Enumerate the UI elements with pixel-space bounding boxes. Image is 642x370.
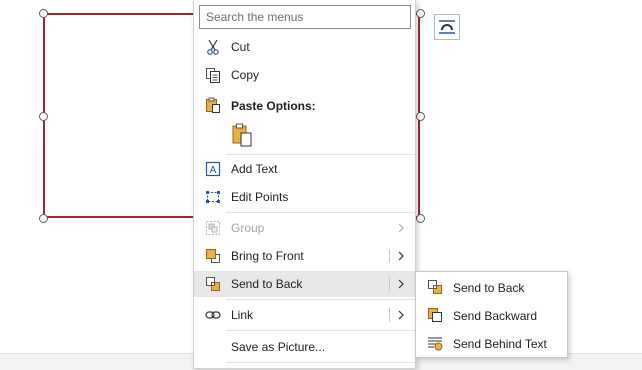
menu-item-edit-points-label: Edit Points (231, 190, 289, 204)
resize-handle-bottom-right[interactable] (416, 214, 425, 223)
menu-item-edit-points[interactable]: Edit Points (194, 184, 415, 210)
resize-handle-middle-right[interactable] (416, 112, 425, 121)
paste-options-header: Paste Options: (194, 92, 415, 118)
chevron-right-icon[interactable] (395, 248, 407, 264)
link-icon (205, 311, 221, 319)
menu-item-group-label: Group (231, 221, 265, 235)
chevron-right-icon[interactable] (395, 276, 407, 292)
submenu-item-send-behind-text[interactable]: Send Behind Text (416, 329, 567, 357)
submenu-item-send-to-back-label: Send to Back (453, 281, 525, 295)
menu-item-add-text-label: Add Text (231, 162, 278, 176)
send-to-back-icon (206, 277, 220, 291)
submenu-item-send-backward[interactable]: Send Backward (416, 301, 567, 329)
menu-item-cut-label: Cut (231, 40, 250, 54)
layout-options-button[interactable] (434, 14, 460, 40)
resize-handle-middle-left[interactable] (39, 112, 48, 121)
bring-to-front-icon (206, 249, 220, 263)
menu-item-send-to-back-label: Send to Back (231, 277, 303, 291)
send-to-back-submenu: Send to Back Send Backward Send Behind T… (415, 271, 568, 358)
split-divider (389, 308, 390, 322)
resize-handle-top-right[interactable] (416, 9, 425, 18)
submenu-item-send-to-back[interactable]: Send to Back (416, 273, 567, 301)
menu-item-bring-to-front[interactable]: Bring to Front (194, 243, 415, 269)
paste-options-label: Paste Options: (231, 99, 316, 113)
paste-keep-source-icon (232, 123, 252, 147)
menu-item-copy[interactable]: Copy (194, 62, 415, 88)
resize-handle-top-left[interactable] (39, 9, 48, 18)
menu-item-link[interactable]: Link (194, 302, 415, 328)
chevron-right-icon (398, 223, 404, 233)
text-box-icon: A (205, 161, 221, 177)
menu-separator (226, 212, 415, 213)
menu-separator (226, 154, 415, 155)
send-backward-icon (428, 308, 442, 322)
resize-handle-bottom-left[interactable] (39, 214, 48, 223)
menu-item-bring-to-front-label: Bring to Front (231, 249, 304, 263)
menu-item-add-text[interactable]: A Add Text (194, 156, 415, 182)
scissors-icon (207, 39, 219, 55)
send-to-back-icon (428, 280, 442, 294)
menu-item-save-as-picture-label: Save as Picture... (231, 340, 326, 354)
menu-item-send-to-back[interactable]: Send to Back (194, 271, 415, 297)
menu-item-cut[interactable]: Cut (194, 34, 415, 60)
svg-text:A: A (210, 165, 217, 176)
edit-points-icon (206, 191, 220, 203)
chevron-right-icon[interactable] (395, 307, 407, 323)
send-behind-text-icon (428, 337, 443, 351)
group-icon (206, 221, 220, 235)
menu-item-save-as-picture[interactable]: Save as Picture... (194, 334, 415, 360)
menu-separator (226, 362, 415, 363)
split-divider (389, 277, 390, 291)
menu-item-link-label: Link (231, 308, 254, 322)
search-menus-input[interactable]: Search the menus (199, 5, 411, 29)
menu-separator (226, 299, 415, 300)
paste-keep-source-button[interactable] (230, 122, 254, 148)
menu-item-group[interactable]: Group (194, 215, 415, 241)
clipboard-icon (206, 97, 220, 113)
layout-options-icon (439, 20, 455, 34)
split-divider (389, 249, 390, 263)
submenu-item-send-behind-text-label: Send Behind Text (453, 337, 547, 351)
submenu-item-send-backward-label: Send Backward (453, 309, 538, 323)
menu-item-copy-label: Copy (231, 68, 260, 82)
context-menu: Search the menus Cut Copy Paste Options: (193, 0, 416, 369)
copy-icon (206, 68, 220, 83)
menu-separator (226, 330, 415, 331)
